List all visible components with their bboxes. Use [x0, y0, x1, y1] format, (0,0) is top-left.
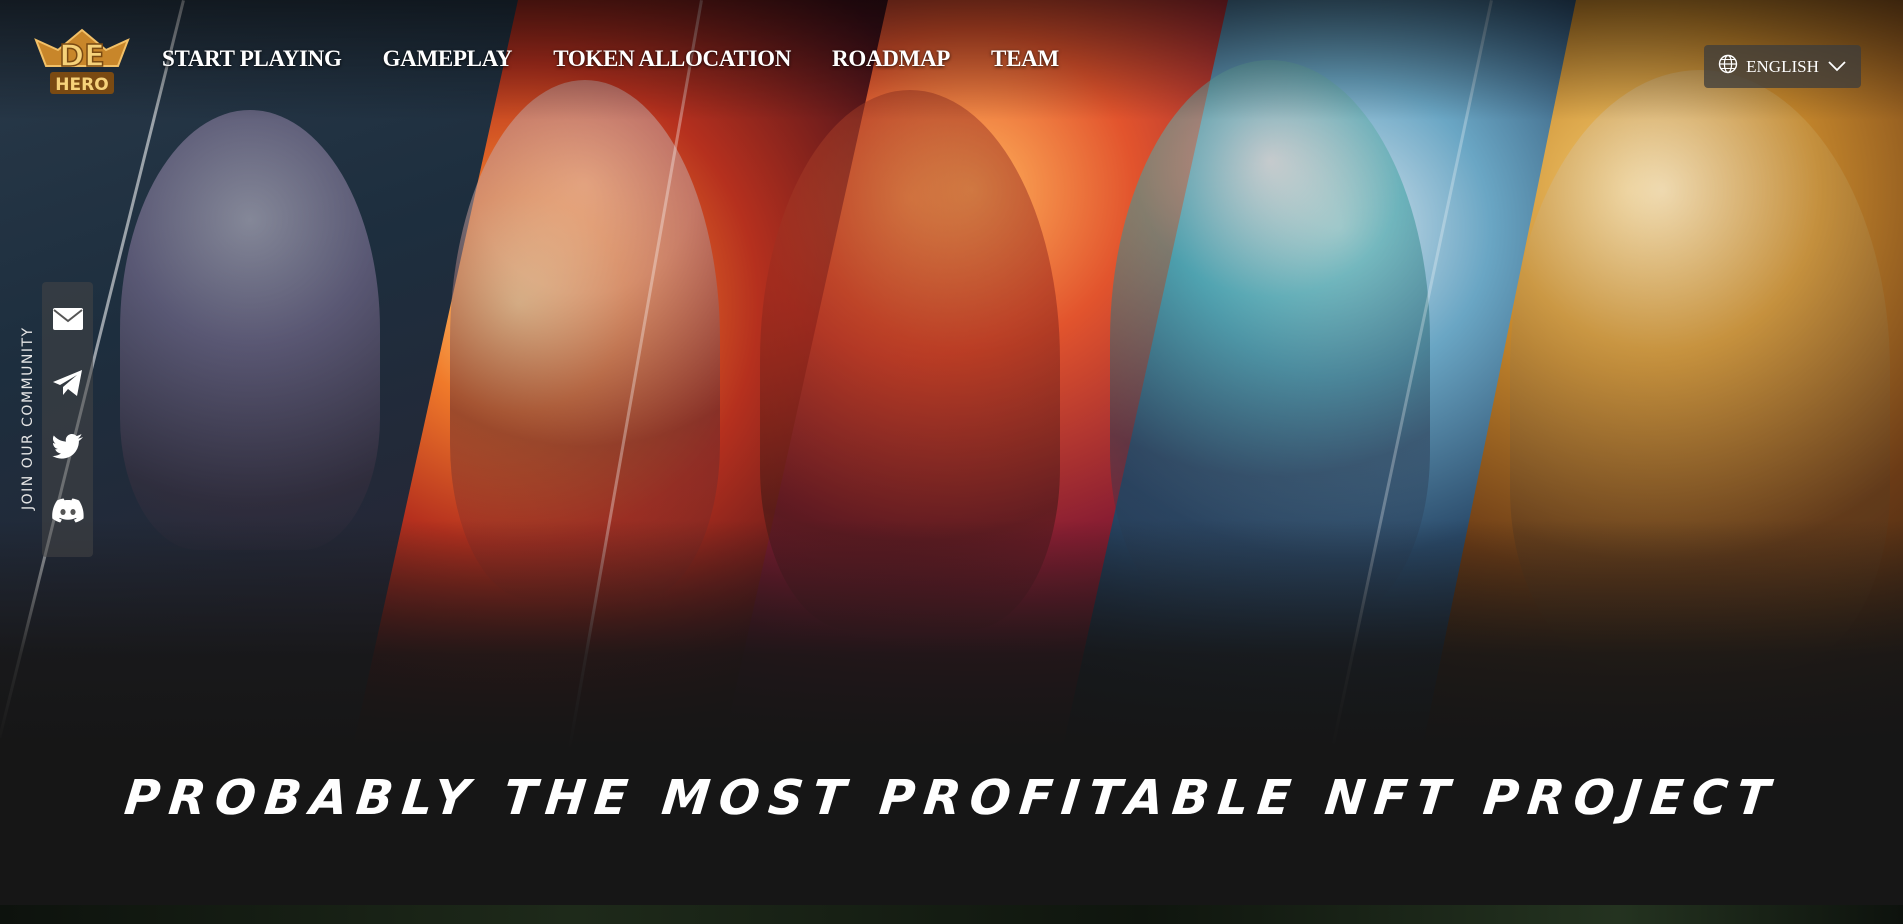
main-nav: START PLAYING GAMEPLAY TOKEN ALLOCATION … — [162, 46, 1100, 72]
community-sidebar — [42, 282, 93, 557]
logo-bottom-text: HERO — [55, 75, 108, 95]
dehero-logo[interactable]: DE HERO — [30, 26, 134, 98]
nav-start-playing[interactable]: START PLAYING — [162, 46, 342, 72]
discord-icon[interactable] — [51, 494, 85, 528]
nav-token-allocation[interactable]: TOKEN ALLOCATION — [553, 46, 791, 72]
hero-tagline: PROBABLY THE MOST PROFITABLE NFT PROJECT — [121, 770, 1782, 826]
language-selector[interactable]: ENGLISH — [1704, 45, 1861, 88]
bottom-shade — [0, 520, 1903, 905]
language-label: ENGLISH — [1746, 56, 1819, 76]
character-silhouette-cat-girl — [120, 110, 380, 550]
next-section-preview — [0, 905, 1903, 924]
chevron-down-icon — [1827, 57, 1847, 77]
nav-roadmap[interactable]: ROADMAP — [832, 46, 950, 72]
telegram-icon[interactable] — [51, 366, 85, 400]
globe-icon — [1718, 54, 1738, 79]
logo-emblem: DE HERO — [34, 28, 130, 95]
nav-team[interactable]: TEAM — [991, 46, 1059, 72]
twitter-icon[interactable] — [51, 430, 85, 464]
community-label: JOIN OUR COMMUNITY — [20, 326, 36, 510]
mail-icon[interactable] — [51, 302, 85, 336]
nav-gameplay[interactable]: GAMEPLAY — [383, 46, 513, 72]
logo-top-text: DE — [59, 39, 104, 74]
